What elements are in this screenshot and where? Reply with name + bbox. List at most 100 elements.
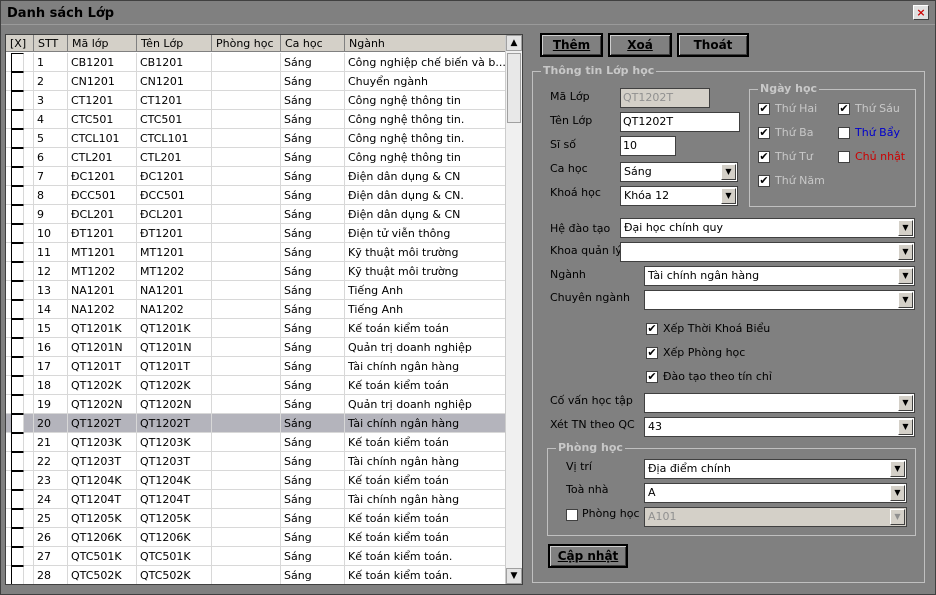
row-checkbox[interactable]: [11, 490, 24, 509]
row-checkbox[interactable]: [11, 319, 24, 338]
khoa-quan-ly-select[interactable]: ▼: [620, 242, 915, 262]
si-so-field[interactable]: 10: [620, 136, 676, 156]
xep-tkb-checkbox[interactable]: ✔: [646, 323, 658, 335]
table-row[interactable]: 4 CTC501 CTC501 Sáng Công nghệ thông tin.: [6, 110, 506, 129]
row-checkbox[interactable]: [11, 205, 24, 224]
day-checkbox[interactable]: ✔: [758, 151, 770, 163]
row-checkbox[interactable]: [11, 186, 24, 205]
table-row[interactable]: 17 QT1201T QT1201T Sáng Tài chính ngân hàng: [6, 357, 506, 376]
row-checkbox[interactable]: [11, 547, 24, 566]
chevron-down-icon[interactable]: ▼: [890, 485, 905, 501]
chevron-down-icon[interactable]: ▼: [721, 188, 736, 204]
table-row[interactable]: 3 CT1201 CT1201 Sáng Công nghệ thông tin: [6, 91, 506, 110]
table-row[interactable]: 26 QT1206K QT1206K Sáng Kế toán kiểm toán: [6, 528, 506, 547]
table-row[interactable]: 6 CTL201 CTL201 Sáng Công nghệ thông tin: [6, 148, 506, 167]
day-checkbox[interactable]: [838, 151, 850, 163]
chevron-down-icon[interactable]: ▼: [898, 395, 913, 411]
col-header-stt[interactable]: STT: [34, 35, 68, 52]
row-checkbox[interactable]: [11, 414, 24, 433]
delete-button[interactable]: Xoá: [608, 33, 672, 57]
col-header-ma-lop[interactable]: Mã lớp: [68, 35, 137, 52]
table-row[interactable]: 9 ĐCL201 ĐCL201 Sáng Điện dân dụng & CN: [6, 205, 506, 224]
table-row[interactable]: 21 QT1203K QT1203K Sáng Kế toán kiểm toán: [6, 433, 506, 452]
table-row[interactable]: 19 QT1202N QT1202N Sáng Quản trị doanh nghiệ…: [6, 395, 506, 414]
row-checkbox[interactable]: [11, 376, 24, 395]
phong-hoc-checkbox[interactable]: [566, 509, 578, 521]
chevron-down-icon[interactable]: ▼: [721, 164, 736, 180]
row-checkbox[interactable]: [11, 395, 24, 414]
scroll-thumb[interactable]: [507, 53, 521, 123]
day-checkbox[interactable]: ✔: [838, 103, 850, 115]
ca-hoc-select[interactable]: Sáng ▼: [620, 162, 738, 182]
table-row[interactable]: 1 CB1201 CB1201 Sáng Công nghiệp chế biến và…: [6, 53, 506, 72]
day-checkbox[interactable]: ✔: [758, 103, 770, 115]
table-row[interactable]: 24 QT1204T QT1204T Sáng Tài chính ngân hàng: [6, 490, 506, 509]
row-checkbox[interactable]: [11, 72, 24, 91]
row-checkbox[interactable]: [11, 281, 24, 300]
row-checkbox[interactable]: [11, 148, 24, 167]
he-dao-tao-select[interactable]: Đại học chính quy ▼: [620, 218, 915, 238]
table-row[interactable]: 25 QT1205K QT1205K Sáng Kế toán kiểm toán: [6, 509, 506, 528]
table-row[interactable]: 13 NA1201 NA1201 Sáng Tiếng Anh: [6, 281, 506, 300]
row-checkbox[interactable]: [11, 471, 24, 490]
table-row[interactable]: 8 ĐCC501 ĐCC501 Sáng Điện dân dụng & CN.: [6, 186, 506, 205]
day-checkbox[interactable]: [838, 127, 850, 139]
row-checkbox[interactable]: [11, 91, 24, 110]
khoa-hoc-select[interactable]: Khóa 12 ▼: [620, 186, 738, 206]
col-header-ten-lop[interactable]: Tên Lớp: [137, 35, 212, 52]
table-row[interactable]: 23 QT1204K QT1204K Sáng Kế toán kiểm toán: [6, 471, 506, 490]
row-checkbox[interactable]: [11, 167, 24, 186]
dao-tao-tin-chi-checkbox[interactable]: ✔: [646, 371, 658, 383]
table-row[interactable]: 20 QT1202T QT1202T Sáng Tài chính ngân hàng: [6, 414, 506, 433]
row-checkbox[interactable]: [11, 433, 24, 452]
chevron-down-icon[interactable]: ▼: [898, 292, 913, 308]
table-row[interactable]: 27 QTC501K QTC501K Sáng Kế toán kiểm toán.: [6, 547, 506, 566]
row-checkbox[interactable]: [11, 110, 24, 129]
table-row[interactable]: 16 QT1201N QT1201N Sáng Quản trị doanh nghiệ…: [6, 338, 506, 357]
class-list-grid[interactable]: [X] STT Mã lớp Tên Lớp Phòng học Ca học …: [5, 34, 523, 585]
row-checkbox[interactable]: [11, 528, 24, 547]
table-row[interactable]: 18 QT1202K QT1202K Sáng Kế toán kiểm toán: [6, 376, 506, 395]
row-checkbox[interactable]: [11, 452, 24, 471]
chevron-down-icon[interactable]: ▼: [898, 244, 913, 260]
scroll-up-icon[interactable]: ▲: [506, 35, 522, 51]
row-checkbox[interactable]: [11, 262, 24, 281]
row-checkbox[interactable]: [11, 129, 24, 148]
table-row[interactable]: 11 MT1201 MT1201 Sáng Kỹ thuật môi trường: [6, 243, 506, 262]
row-checkbox[interactable]: [11, 338, 24, 357]
scroll-down-icon[interactable]: ▼: [506, 568, 522, 584]
ten-lop-field[interactable]: QT1202T: [620, 112, 740, 132]
table-row[interactable]: 15 QT1201K QT1201K Sáng Kế toán kiểm toán: [6, 319, 506, 338]
toa-nha-select[interactable]: A ▼: [644, 483, 907, 503]
add-button[interactable]: Thêm: [540, 33, 603, 57]
col-header-nganh[interactable]: Ngành: [345, 35, 506, 52]
close-button[interactable]: ×: [913, 5, 929, 20]
table-row[interactable]: 28 QTC502K QTC502K Sáng Kế toán kiểm toán.: [6, 566, 506, 584]
table-row[interactable]: 5 CTCL101 CTCL101 Sáng Công nghệ thông tin.: [6, 129, 506, 148]
xep-phong-checkbox[interactable]: ✔: [646, 347, 658, 359]
row-checkbox[interactable]: [11, 300, 24, 319]
row-checkbox[interactable]: [11, 224, 24, 243]
day-checkbox[interactable]: ✔: [758, 175, 770, 187]
row-checkbox[interactable]: [11, 566, 24, 584]
xet-tn-select[interactable]: 43 ▼: [644, 417, 915, 437]
chuyen-nganh-select[interactable]: ▼: [644, 290, 915, 310]
table-row[interactable]: 10 ĐT1201 ĐT1201 Sáng Điện tử viễn thông: [6, 224, 506, 243]
day-checkbox[interactable]: ✔: [758, 127, 770, 139]
chevron-down-icon[interactable]: ▼: [898, 268, 913, 284]
update-button[interactable]: Cập nhật: [548, 544, 628, 568]
table-row[interactable]: 12 MT1202 MT1202 Sáng Kỹ thuật môi trường: [6, 262, 506, 281]
row-checkbox[interactable]: [11, 509, 24, 528]
chevron-down-icon[interactable]: ▼: [898, 220, 913, 236]
vi-tri-select[interactable]: Địa điểm chính ▼: [644, 459, 907, 479]
table-row[interactable]: 7 ĐC1201 ĐC1201 Sáng Điện dân dụng & CN: [6, 167, 506, 186]
table-row[interactable]: 14 NA1202 NA1202 Sáng Tiếng Anh: [6, 300, 506, 319]
row-checkbox[interactable]: [11, 53, 24, 72]
col-header-phong-hoc[interactable]: Phòng học: [212, 35, 281, 52]
chevron-down-icon[interactable]: ▼: [898, 419, 913, 435]
chevron-down-icon[interactable]: ▼: [890, 461, 905, 477]
row-checkbox[interactable]: [11, 357, 24, 376]
co-van-select[interactable]: ▼: [644, 393, 915, 413]
table-row[interactable]: 2 CN1201 CN1201 Sáng Chuyển ngành: [6, 72, 506, 91]
col-header-ca-hoc[interactable]: Ca học: [281, 35, 345, 52]
